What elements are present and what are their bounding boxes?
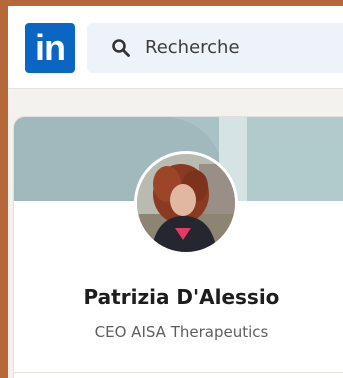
search-placeholder: Recherche [145, 37, 240, 58]
global-nav: in Recherche [8, 6, 343, 89]
linkedin-logo[interactable]: in [25, 23, 75, 73]
search-input[interactable]: Recherche [87, 23, 343, 73]
profile-headline: CEO AISA Therapeutics [94, 323, 269, 341]
divider [14, 372, 343, 373]
profile-card: Patrizia D'Alessio CEO AISA Therapeutics [13, 116, 343, 378]
browser-window: in Recherche Patrizia D'Alessio CEO AISA… [8, 6, 343, 378]
cover-shape [247, 117, 343, 201]
search-icon [112, 39, 130, 57]
avatar-photo [137, 154, 235, 252]
avatar[interactable] [134, 151, 238, 255]
profile-name[interactable]: Patrizia D'Alessio [14, 285, 343, 309]
